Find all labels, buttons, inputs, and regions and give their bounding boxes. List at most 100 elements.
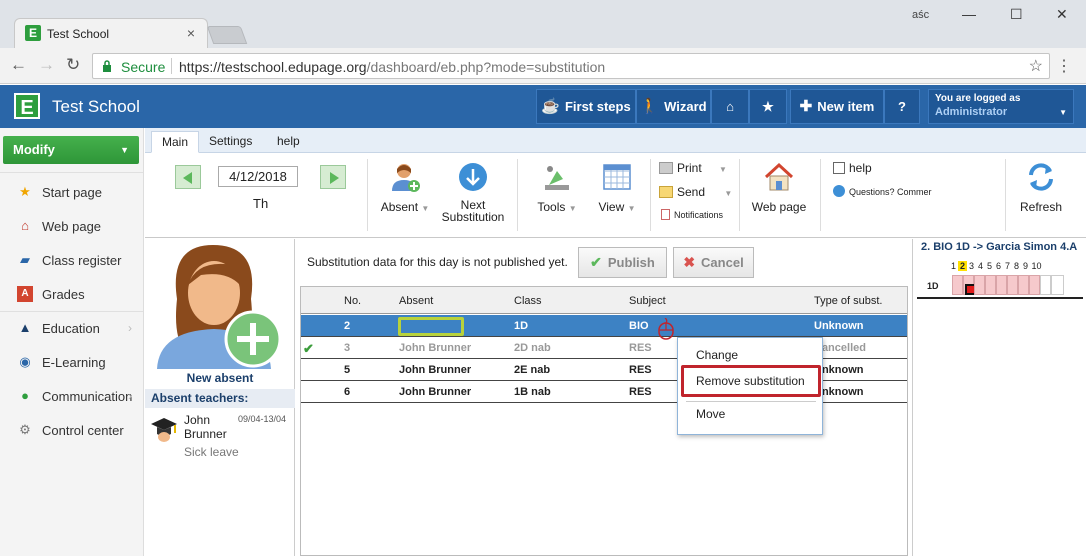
column-header[interactable]: No. — [344, 295, 361, 307]
star-icon: ★ — [19, 184, 31, 199]
timetable-cell[interactable] — [974, 275, 985, 295]
mouse-right-click-icon — [658, 318, 674, 340]
ribbon-divider — [1005, 159, 1006, 231]
modify-button[interactable]: Modify ▼ — [3, 136, 139, 164]
new-absent-label[interactable]: New absent — [145, 371, 295, 385]
minimize-button[interactable]: — — [962, 6, 976, 22]
next-substitution-button[interactable]: Next Substitution — [441, 161, 505, 223]
user-menu[interactable]: You are logged as Administrator ▼ — [928, 89, 1074, 124]
period-number: 4 — [977, 261, 983, 271]
sidebar-item-start-page[interactable]: ★ Start page — [0, 175, 143, 209]
column-header[interactable]: Subject — [629, 295, 666, 307]
context-menu: Change Remove substitution Move — [677, 337, 823, 435]
date-input[interactable]: 4/12/2018 — [218, 166, 298, 187]
timetable-cell[interactable] — [1029, 275, 1040, 295]
questions-link[interactable]: Questions? Commer — [833, 185, 932, 197]
column-header[interactable]: Absent — [399, 295, 433, 307]
sidebar-item-class-register[interactable]: ▰ Class register — [0, 243, 143, 277]
period-number: 8 — [1013, 261, 1019, 271]
absent-button[interactable]: Absent ▼ — [379, 161, 431, 214]
tab-main[interactable]: Main — [151, 131, 200, 153]
menu-divider — [686, 401, 816, 402]
new-tab-button[interactable] — [206, 26, 248, 44]
timetable-cell[interactable] — [1007, 275, 1018, 295]
wizard-button[interactable]: 🚶 Wizard — [636, 89, 711, 124]
timetable-cell[interactable] — [1040, 275, 1051, 295]
sidebar-item-e-learning[interactable]: ◉ E-Learning — [0, 345, 143, 379]
tab-settings[interactable]: Settings — [199, 131, 262, 153]
menu-item-move[interactable]: Move — [696, 407, 725, 421]
ribbon-divider — [820, 159, 821, 231]
sidebar-item-communication[interactable]: ● Communication › — [0, 379, 143, 413]
timetable-cell[interactable] — [1018, 275, 1029, 295]
browser-menu-icon[interactable]: ⋮ — [1056, 56, 1072, 76]
bookmark-star-icon[interactable]: ☆ — [1029, 56, 1043, 76]
reload-icon[interactable]: ↻ — [66, 55, 80, 75]
walking-icon: 🚶 — [640, 98, 660, 115]
graduation-cap-icon: ▲ — [18, 320, 32, 335]
maximize-button[interactable]: ☐ — [1010, 6, 1023, 23]
period-number: 3 — [968, 261, 974, 271]
row-no: 5 — [344, 364, 351, 376]
edupage-logo-icon[interactable]: E — [14, 93, 40, 119]
new-absent-avatar-icon[interactable] — [155, 241, 285, 369]
app-header: E Test School ☕ First steps 🚶 Wizard ⌂ ★ ✚… — [0, 85, 1086, 128]
tab-help[interactable]: help — [267, 131, 310, 153]
tab-close-icon[interactable]: × — [187, 25, 195, 41]
sidebar-item-grades[interactable]: A Grades — [0, 277, 143, 311]
next-day-button[interactable] — [320, 165, 346, 189]
forward-arrow-icon[interactable]: → — [38, 55, 55, 75]
column-header[interactable]: Type of subst. — [814, 295, 882, 307]
notifications-button[interactable]: Notifications — [661, 209, 723, 220]
favorites-button[interactable]: ★ — [749, 89, 787, 124]
back-arrow-icon[interactable]: ← — [10, 55, 27, 75]
view-button[interactable]: View ▼ — [591, 161, 643, 214]
chevron-right-icon: › — [128, 321, 132, 335]
browser-tab[interactable]: E Test School × — [14, 18, 208, 48]
send-button[interactable]: Send ▼ — [659, 185, 732, 199]
refresh-button[interactable]: Refresh — [1015, 161, 1067, 214]
help-button[interactable]: ? — [884, 89, 920, 124]
book-icon: ▰ — [20, 252, 30, 267]
timetable-cell[interactable] — [985, 275, 996, 295]
sidebar-item-label: Web page — [42, 219, 102, 234]
chevron-down-icon: ▼ — [568, 204, 577, 213]
people-icon: ● — [21, 388, 29, 403]
sidebar-item-education[interactable]: ▲ Education › — [0, 311, 143, 345]
home-button[interactable]: ⌂ — [711, 89, 749, 124]
sidebar-item-control-center[interactable]: ⚙ Control center — [0, 413, 143, 447]
menu-item-remove-substitution[interactable]: Remove substitution — [696, 374, 805, 388]
web-page-button[interactable]: Web page — [749, 161, 809, 214]
row-class: 2E nab — [514, 364, 551, 376]
new-item-button[interactable]: ✚ New item — [790, 89, 884, 124]
secure-label: Secure — [121, 59, 166, 75]
sidebar-item-web-page[interactable]: ⌂ Web page — [0, 209, 143, 243]
house-icon: ⌂ — [21, 218, 29, 233]
app-name[interactable]: Test School — [52, 97, 140, 117]
row-absent: John Brunner — [399, 342, 472, 354]
help-link[interactable]: help — [833, 161, 872, 175]
graduation-cap-icon — [151, 418, 177, 442]
first-steps-button[interactable]: ☕ First steps — [536, 89, 636, 124]
publish-button[interactable]: ✔ Publish — [578, 247, 667, 278]
close-window-button[interactable]: ✕ — [1056, 6, 1068, 23]
timetable-cell[interactable] — [963, 275, 976, 295]
print-button[interactable]: Print ▼ — [659, 161, 727, 175]
previous-day-button[interactable] — [175, 165, 201, 189]
period-number: 10 — [1031, 261, 1042, 271]
table-row[interactable]: 2 1D BIO Unknown — [301, 315, 907, 337]
url-input[interactable]: Secure https://testschool.edupage.org/da… — [92, 53, 1050, 79]
timetable-cell[interactable] — [952, 275, 963, 295]
chevron-down-icon: ▼ — [1059, 108, 1067, 117]
tools-button[interactable]: Tools ▼ — [531, 161, 583, 214]
star-icon: ★ — [762, 99, 774, 114]
cancel-button[interactable]: ✖ Cancel — [673, 247, 754, 278]
row-class: 1D — [514, 320, 529, 332]
view-label: View — [598, 200, 625, 214]
timetable-cell[interactable] — [1051, 275, 1064, 295]
lock-icon — [103, 60, 111, 72]
column-header[interactable]: Class — [514, 295, 542, 307]
menu-item-change[interactable]: Change — [696, 348, 738, 362]
absent-teacher-name[interactable]: John Brunner — [184, 413, 227, 441]
timetable-cell[interactable] — [996, 275, 1007, 295]
